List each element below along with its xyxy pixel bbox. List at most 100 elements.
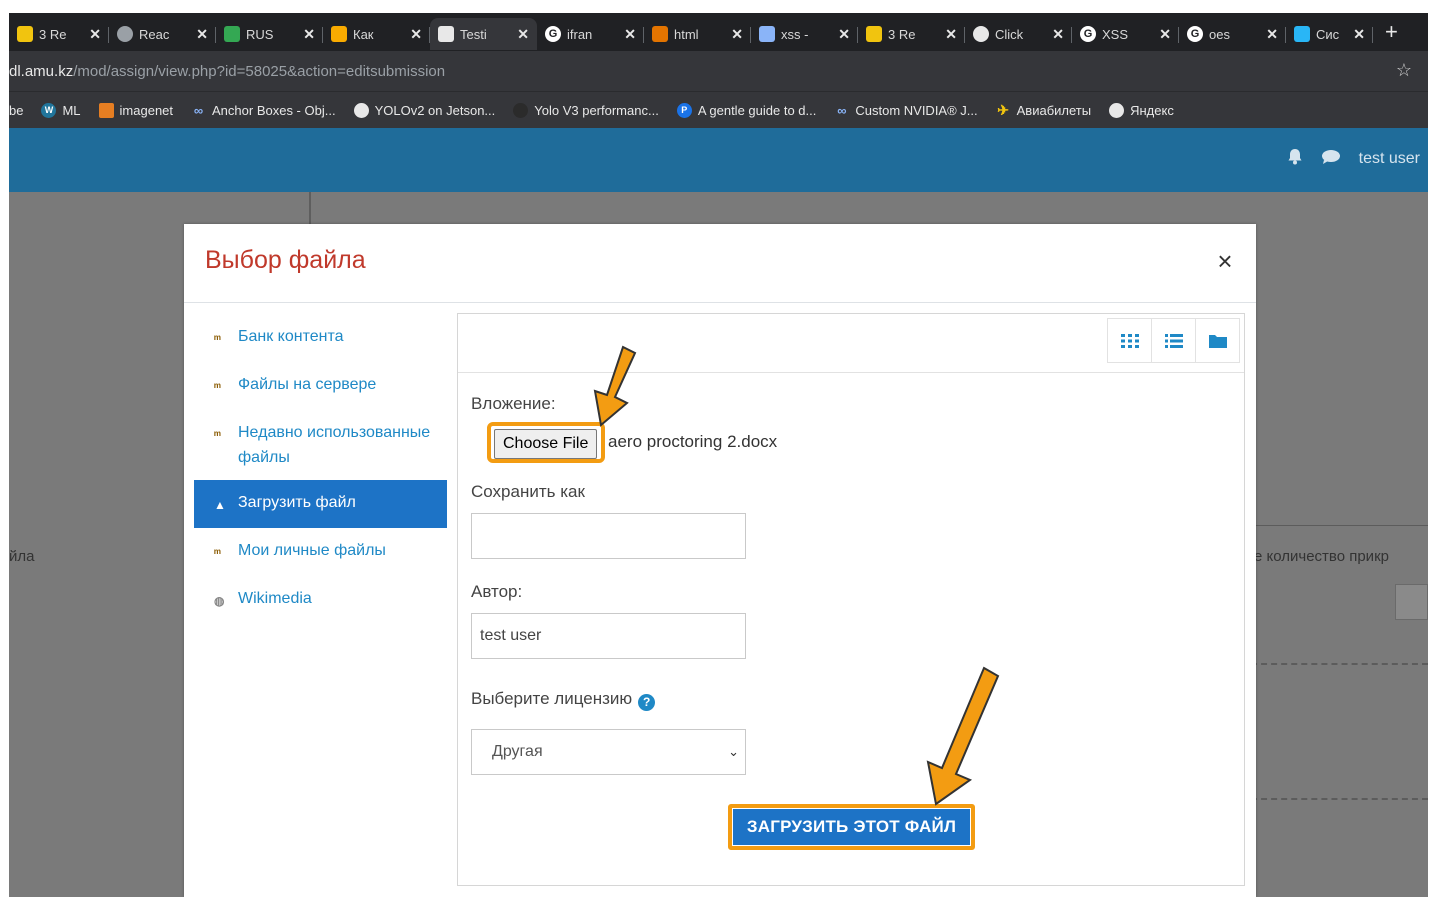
browser-tab[interactable]: 3 Re ✕ — [9, 18, 109, 50]
close-tab-icon[interactable]: ✕ — [1266, 26, 1278, 43]
bookmarks-bar: be W ML imagenet ∞ Anchor Boxes - Obj... Y… — [9, 91, 1428, 128]
bookmark-item[interactable]: ∞ Custom NVIDIA® J... — [834, 103, 977, 118]
bookmark-item[interactable]: YOLOv2 on Jetson... — [353, 102, 496, 118]
sidebar-item-label: Банк контента — [238, 328, 344, 345]
browser-tab[interactable]: Reac ✕ — [109, 18, 216, 50]
close-tab-icon[interactable]: ✕ — [838, 26, 850, 43]
browser-tab[interactable]: Goes ✕ — [1179, 18, 1286, 50]
address-bar[interactable]: dl.amu.kz/mod/assign/view.php?id=58025&a… — [9, 51, 1428, 91]
tab-title: Как — [353, 26, 374, 42]
bookmark-label: Custom NVIDIA® J... — [855, 102, 978, 118]
close-button[interactable]: × — [1214, 248, 1236, 274]
close-tab-icon[interactable]: ✕ — [1052, 26, 1064, 43]
close-tab-icon[interactable]: ✕ — [1353, 26, 1365, 43]
tab-title: Click — [995, 26, 1024, 42]
bookmark-label: be — [9, 102, 24, 118]
chat-bubble-icon[interactable] — [1321, 149, 1341, 170]
save-as-input[interactable] — [471, 513, 746, 559]
folder-icon — [1208, 334, 1227, 348]
sidebar-item-server-files[interactable]: ᵐ Файлы на сервере — [194, 362, 447, 410]
sidebar-item-upload-file[interactable]: ▲ Загрузить файл — [194, 480, 447, 528]
browser-tab[interactable]: Как ✕ — [323, 18, 430, 50]
sidebar-item-content-bank[interactable]: ᵐ Банк контента — [194, 314, 447, 362]
tab-title: xss - — [781, 26, 809, 42]
dialog-header: Выбор файла × — [184, 224, 1256, 303]
tree-view-button[interactable] — [1195, 318, 1240, 363]
url-path: /mod/assign/view.php?id=58025&action=edi… — [73, 62, 446, 80]
list-view-button[interactable] — [1151, 318, 1196, 363]
browser-tab-active[interactable]: Testi ✕ — [430, 18, 537, 50]
browser-tab[interactable]: RUS ✕ — [216, 18, 323, 50]
sidebar-item-label: Файлы на сервере — [238, 376, 377, 393]
license-select[interactable]: Другая ⌄ — [471, 729, 746, 775]
globe-icon: ◍ — [214, 594, 225, 608]
grid-icon — [1120, 333, 1139, 348]
browser-tab[interactable]: Сис ✕ — [1286, 18, 1373, 50]
moodle-icon: ᵐ — [214, 428, 221, 442]
bookmark-item[interactable]: W ML — [41, 102, 81, 118]
close-tab-icon[interactable]: ✕ — [303, 26, 315, 43]
bell-icon[interactable] — [1287, 148, 1303, 170]
view-toolbar — [458, 314, 1244, 373]
close-tab-icon[interactable]: ✕ — [196, 26, 208, 43]
browser-tab[interactable]: html ✕ — [644, 18, 751, 50]
sidebar-item-wikimedia[interactable]: ◍ Wikimedia — [194, 576, 447, 624]
github-icon — [513, 102, 529, 118]
upload-icon: ▲ — [214, 498, 226, 512]
tab-favicon-icon — [438, 26, 454, 42]
bookmark-star-icon[interactable]: ☆ — [1396, 60, 1412, 81]
close-tab-icon[interactable]: ✕ — [945, 26, 957, 43]
browser-tab[interactable]: 3 Re ✕ — [858, 18, 965, 50]
new-tab-button[interactable]: + — [1385, 19, 1398, 45]
browser-tab[interactable]: xss - ✕ — [751, 18, 858, 50]
icon-view-button[interactable] — [1107, 318, 1152, 363]
upload-file-button[interactable]: ЗАГРУЗИТЬ ЭТОТ ФАЙЛ — [733, 809, 970, 845]
bookmark-item[interactable]: ✈ Авиабилеты — [996, 102, 1092, 118]
bookmark-label: YOLOv2 on Jetson... — [374, 102, 496, 118]
globe-icon — [353, 102, 369, 118]
list-view-icon — [1395, 584, 1428, 620]
browser-tab[interactable]: Click ✕ — [965, 18, 1072, 50]
close-tab-icon[interactable]: ✕ — [731, 26, 743, 43]
bookmark-label: Авиабилеты — [1016, 102, 1092, 118]
author-input[interactable]: test user — [471, 613, 746, 659]
p-icon: P — [676, 102, 692, 118]
user-menu[interactable]: test user — [1287, 148, 1420, 170]
browser-tab[interactable]: G XSS ✕ — [1072, 18, 1179, 50]
bookmark-item[interactable]: imagenet — [98, 102, 173, 118]
license-label-text: Выберите лицензию — [471, 689, 633, 708]
close-tab-icon[interactable]: ✕ — [624, 26, 636, 43]
close-tab-icon[interactable]: ✕ — [1159, 26, 1171, 43]
tab-title: ifran — [567, 26, 593, 42]
repository-sidebar: ᵐ Банк контента ᵐ Файлы на сервере ᵐ Недавн… — [194, 314, 447, 624]
tab-strip: 3 Re ✕ Reac ✕ RUS ✕ Как ✕ Testi ✕ Gifran ✕ htm… — [9, 13, 1428, 51]
moodle-icon: ᵐ — [214, 332, 221, 346]
choose-file-button[interactable]: Choose File — [494, 429, 598, 459]
sidebar-item-private-files[interactable]: ᵐ Мои личные файлы — [194, 528, 447, 576]
bookmark-item[interactable]: ∞ Anchor Boxes - Obj... — [191, 103, 336, 118]
tree-icon — [98, 102, 114, 118]
browser-tab[interactable]: Gifran ✕ — [537, 18, 644, 50]
file-picker-dialog: Выбор файла × ᵐ Банк контента ᵐ Файлы на с… — [184, 224, 1256, 897]
bookmark-item[interactable]: Yolo V3 performanc... — [513, 102, 659, 118]
tab-favicon-icon — [866, 26, 882, 42]
close-tab-icon[interactable]: ✕ — [89, 26, 101, 43]
sidebar-item-recent-files[interactable]: ᵐ Недавно использованные файлы — [194, 410, 447, 480]
infinity-icon: ∞ — [193, 102, 204, 118]
bookmark-item[interactable]: be — [9, 103, 23, 118]
bookmark-item[interactable]: Яндекс — [1109, 102, 1174, 118]
help-icon[interactable]: ? — [638, 694, 656, 711]
close-tab-icon[interactable]: ✕ — [517, 26, 529, 43]
close-tab-icon[interactable]: ✕ — [410, 26, 422, 43]
selected-file-name: aero proctoring 2.docx — [608, 432, 778, 451]
sidebar-item-label: Мои личные файлы — [238, 542, 386, 559]
dialog-title: Выбор файла — [205, 246, 366, 274]
background-text: е количество прикр — [1254, 548, 1389, 565]
view-switcher — [1107, 318, 1240, 363]
upload-panel: Вложение: Choose File aero proctoring 2.… — [457, 313, 1245, 886]
user-name[interactable]: test user — [1359, 150, 1420, 168]
bookmark-item[interactable]: P A gentle guide to d... — [676, 102, 816, 118]
url-text[interactable]: dl.amu.kz/mod/assign/view.php?id=58025&a… — [9, 63, 445, 80]
moodle-icon: ᵐ — [214, 546, 221, 560]
drive-icon — [224, 26, 240, 42]
